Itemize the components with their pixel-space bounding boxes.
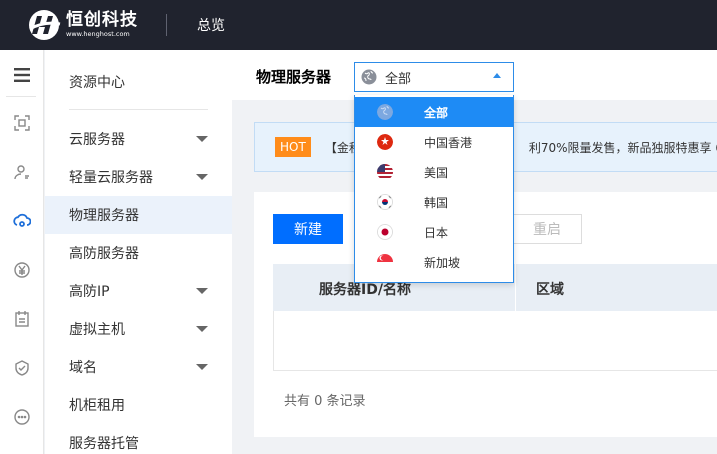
cloud-server-icon[interactable] [0, 206, 44, 236]
singapore-flag-icon [377, 254, 393, 270]
sidebar-item-label: 轻量云服务器 [69, 170, 153, 186]
sidebar-item-label: 云服务器 [69, 132, 125, 148]
region-dropdown: 全部 中国香港 美国 韩国 日本 新加坡 [354, 95, 514, 283]
top-bar: 恒创科技 www.henghost.com 总览 [0, 0, 717, 50]
menu-icon[interactable] [0, 60, 44, 90]
sidebar-item-lightweight-cloud[interactable]: 轻量云服务器 [45, 158, 232, 196]
region-select-value: 全部 [385, 71, 412, 87]
logo-mark-icon [26, 7, 62, 43]
record-count: 共有 0 条记录 [284, 394, 366, 409]
promo-text-right: 利70%限量发售，新品独服特惠享 6.5 [528, 140, 717, 155]
region-option-singapore[interactable]: 新加坡 [355, 247, 513, 277]
sidebar-item-rack-rental[interactable]: 机柜租用 [45, 386, 232, 424]
region-select[interactable]: 全部 [354, 62, 514, 92]
sidebar-item-cloud-server[interactable]: 云服务器 [45, 120, 232, 158]
sidebar-item-physical-server[interactable]: 物理服务器 [45, 196, 232, 234]
globe-icon [377, 104, 393, 120]
scan-icon[interactable] [0, 108, 44, 138]
region-option-usa[interactable]: 美国 [355, 157, 513, 187]
region-option-all[interactable]: 全部 [355, 97, 513, 127]
region-option-japan[interactable]: 日本 [355, 217, 513, 247]
chevron-down-icon [196, 174, 208, 180]
sidebar-menu: 资源中心 云服务器 轻量云服务器 物理服务器 高防服务器 高防IP 虚拟主机 域… [45, 50, 232, 454]
region-option-label: 新加坡 [424, 256, 461, 270]
region-option-label: 美国 [424, 166, 449, 180]
sidebar-item-label: 物理服务器 [69, 208, 139, 224]
region-option-korea[interactable]: 韩国 [355, 187, 513, 217]
brand-logo[interactable]: 恒创科技 www.henghost.com [26, 7, 138, 43]
icon-rail [0, 50, 44, 454]
restart-button[interactable]: 重启 [512, 214, 582, 244]
hongkong-flag-icon [377, 134, 393, 150]
sidebar-item-label: 域名 [69, 360, 97, 376]
sidebar-divider [69, 109, 208, 110]
page-title: 物理服务器 [256, 68, 332, 86]
korea-flag-icon [377, 194, 393, 210]
sidebar-item-colocation[interactable]: 服务器托管 [45, 424, 232, 454]
caret-up-icon [493, 73, 501, 78]
chevron-down-icon [196, 136, 208, 142]
sidebar-item-label: 机柜租用 [69, 398, 125, 414]
sidebar-item-label: 虚拟主机 [69, 322, 125, 338]
region-option-label: 日本 [424, 226, 449, 240]
page-header: 物理服务器 全部 [232, 50, 717, 100]
sidebar-item-label: 服务器托管 [69, 436, 139, 452]
rail-divider [6, 96, 36, 97]
calendar-icon[interactable] [0, 304, 44, 334]
sidebar-header: 资源中心 [69, 75, 125, 91]
sidebar-item-label: 高防服务器 [69, 246, 139, 262]
sidebar-item-ddos-server[interactable]: 高防服务器 [45, 234, 232, 272]
globe-icon [361, 69, 377, 85]
chat-icon[interactable] [0, 402, 44, 432]
column-divider [515, 264, 516, 311]
hot-badge: HOT [275, 137, 311, 157]
region-option-label: 全部 [424, 106, 449, 120]
japan-flag-icon [377, 224, 393, 240]
usa-flag-icon [377, 164, 393, 180]
yuan-icon[interactable] [0, 255, 44, 285]
sidebar-item-virtual-host[interactable]: 虚拟主机 [45, 310, 232, 348]
logo-url: www.henghost.com [66, 30, 130, 39]
chevron-down-icon [196, 326, 208, 332]
region-option-label: 中国香港 [424, 136, 473, 150]
column-header-region[interactable]: 区域 [536, 279, 564, 299]
topbar-divider [166, 14, 167, 36]
nav-overview[interactable]: 总览 [197, 15, 225, 35]
sidebar-item-ddos-ip[interactable]: 高防IP [45, 272, 232, 310]
region-option-label: 韩国 [424, 196, 449, 210]
logo-text: 恒创科技 [66, 10, 138, 31]
new-button[interactable]: 新建 [273, 214, 343, 244]
user-icon[interactable] [0, 157, 44, 187]
sidebar-item-label: 高防IP [69, 284, 110, 300]
chevron-down-icon [196, 364, 208, 370]
shield-icon[interactable] [0, 353, 44, 383]
table-body [273, 311, 717, 371]
chevron-down-icon [196, 288, 208, 294]
region-option-hongkong[interactable]: 中国香港 [355, 127, 513, 157]
sidebar-item-domain[interactable]: 域名 [45, 348, 232, 386]
